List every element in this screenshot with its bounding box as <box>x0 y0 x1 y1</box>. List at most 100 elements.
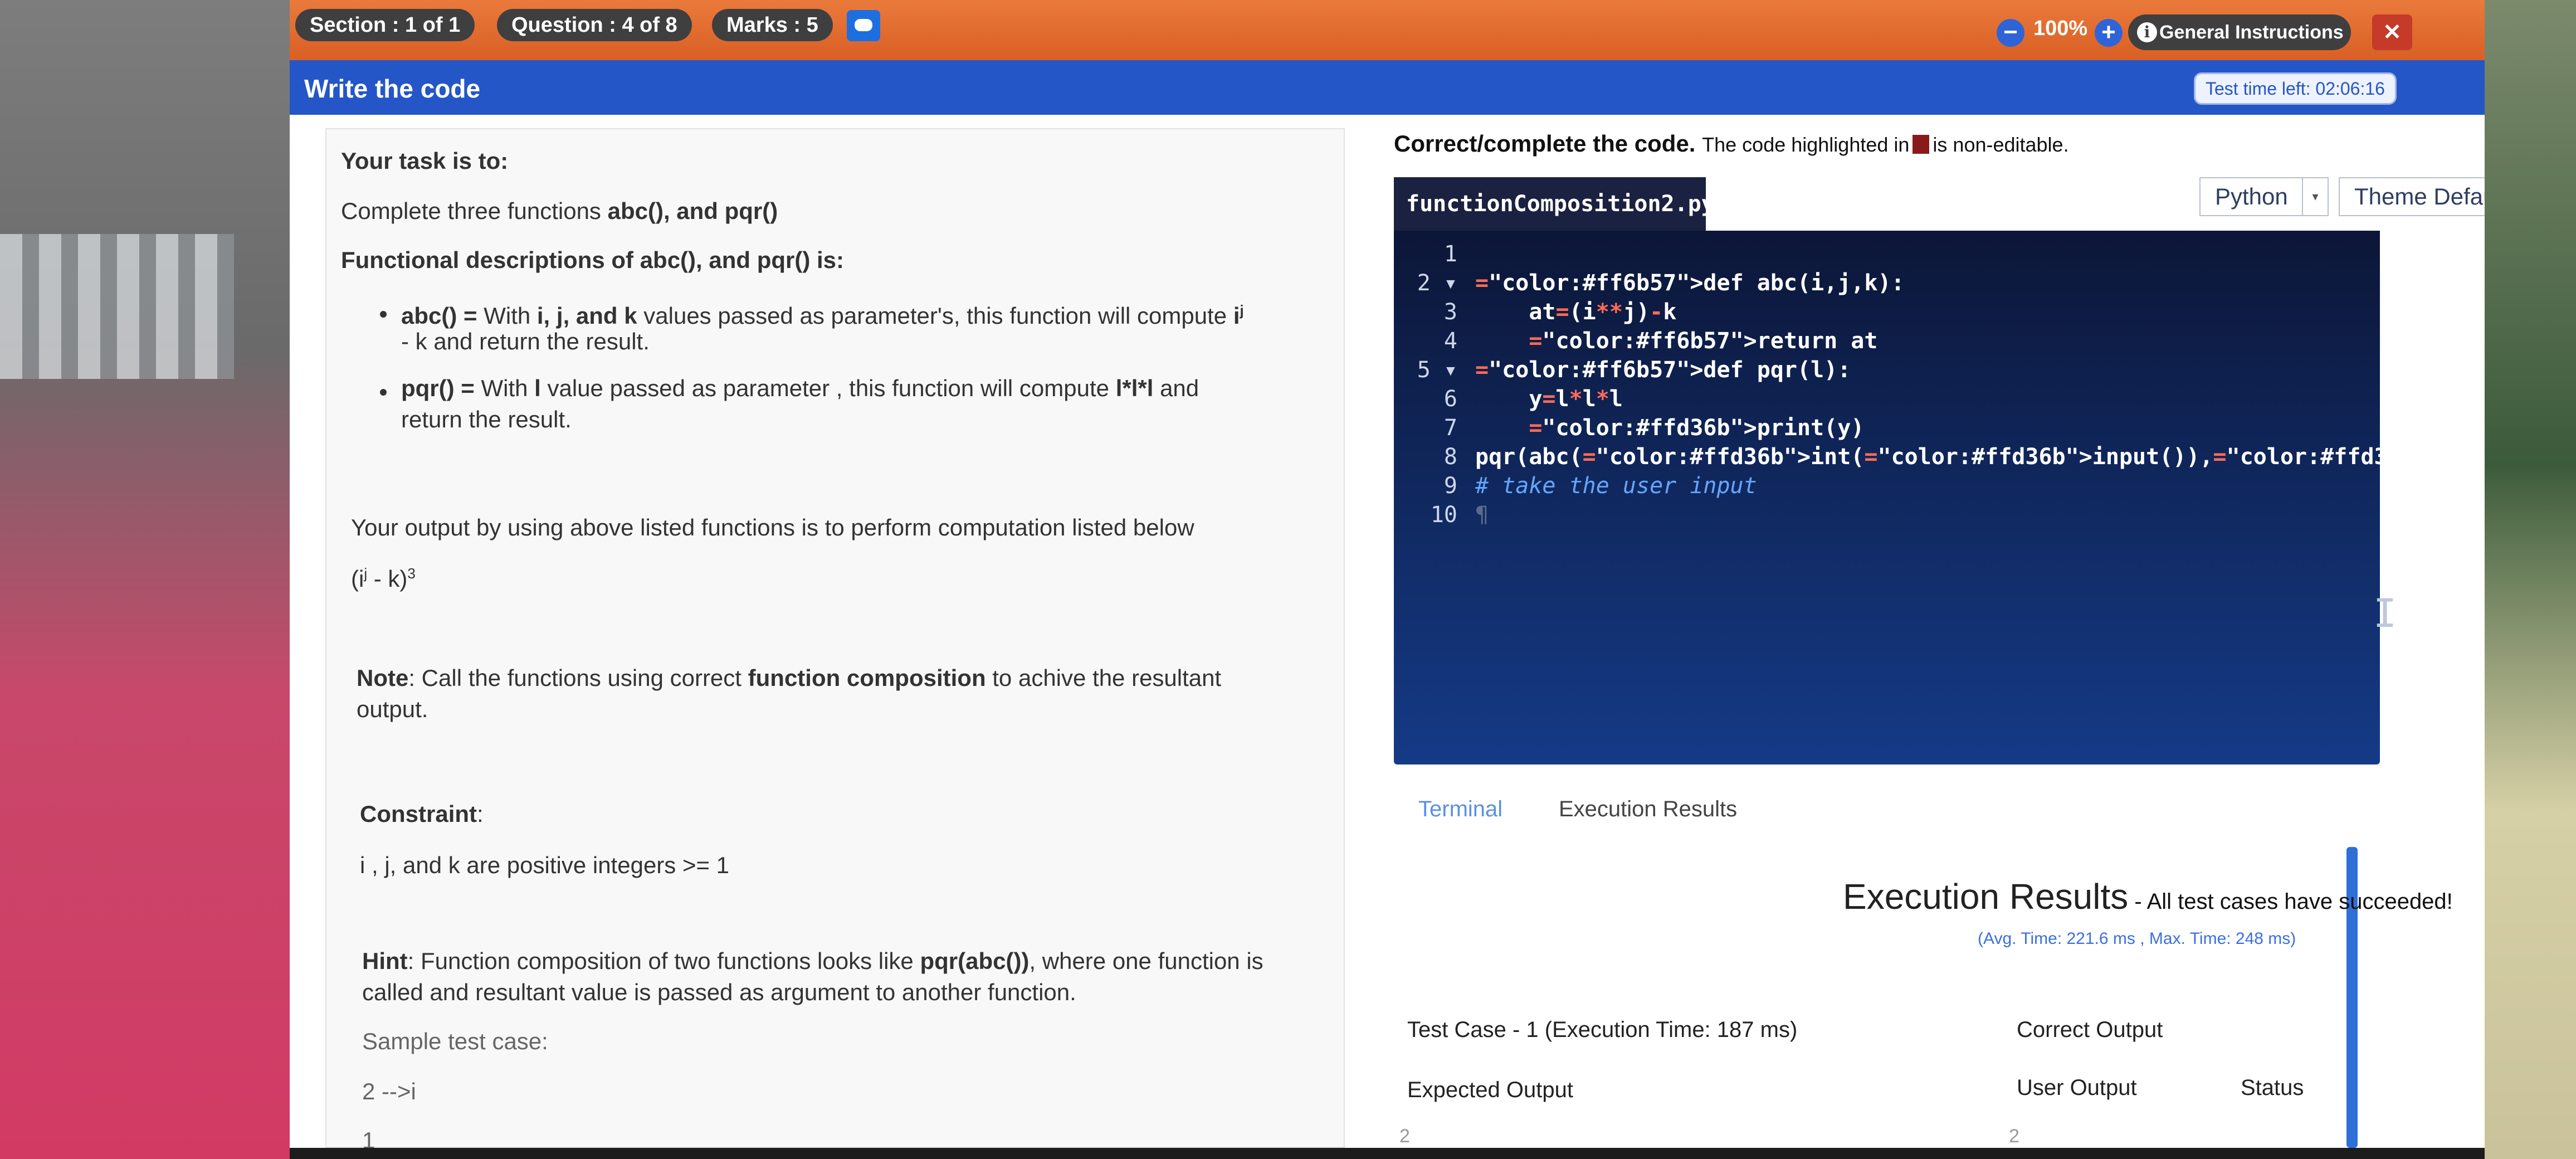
test-case-label[interactable]: Test Case - 1 (Execution Time: 187 ms) <box>1407 1017 1797 1043</box>
code-text[interactable]: ¶ <box>1475 500 1489 529</box>
sample-test-case-label: Sample test case: <box>362 1028 548 1054</box>
background-left <box>0 0 312 1159</box>
code-text[interactable]: # take the user input <box>1475 471 1757 500</box>
formula-cube: 3 <box>407 565 416 582</box>
line-number: 4 <box>1443 328 1457 354</box>
formula-base: (i <box>351 566 364 592</box>
task-heading: Your task is to: <box>341 148 509 174</box>
abc-power-exponent: j <box>1240 302 1244 319</box>
background-pattern <box>0 234 234 379</box>
line-number: 6 <box>1443 386 1457 412</box>
code-line[interactable]: 6 y=l*l*l <box>1394 384 2380 413</box>
test-case-time: (Execution Time: 187 ms) <box>1544 1017 1798 1042</box>
tab-terminal[interactable]: Terminal <box>1418 797 1502 822</box>
code-text[interactable]: pqr(abc(="color:#ffd36b">int(="color:#ff… <box>1475 442 2485 471</box>
constraint-text: i , j, and k are positive integers >= 1 <box>360 852 730 878</box>
code-text[interactable]: ="color:#ff6b57">return at <box>1475 327 1877 356</box>
expected-output-header: Expected Output <box>1407 1078 1573 1102</box>
note-text-1: : Call the functions using correct <box>408 665 748 691</box>
section-pill[interactable]: Section : 1 of 1 <box>295 9 475 41</box>
code-line[interactable]: 4 ="color:#ff6b57">return at <box>1394 327 2380 356</box>
hint-label: Hint <box>362 948 408 974</box>
zoom-in-button[interactable]: + <box>2095 19 2123 47</box>
expected-output-value: 2 <box>1399 1126 1410 1147</box>
execution-results-heading: Execution Results <box>1843 876 2129 917</box>
marks-pill: Marks : 5 <box>712 9 833 41</box>
code-text[interactable]: ="color:#ff6b57">def pqr(l): <box>1475 356 1851 384</box>
hint: Hint: Function composition of two functi… <box>362 946 1263 976</box>
noneditable-swatch <box>1913 135 1930 154</box>
exam-window: Section : 1 of 1 Question : 4 of 8 Marks… <box>290 0 2485 1148</box>
task-intro-text: Complete three functions <box>341 198 608 224</box>
constraint-label: Constraint <box>360 801 477 827</box>
tab-execution-results[interactable]: Execution Results <box>1559 797 1737 822</box>
code-line[interactable]: 5 ▾ ="color:#ff6b57">def pqr(l): <box>1394 356 2380 384</box>
abc-description-line2: - k and return the result. <box>401 328 650 354</box>
abc-params: i, j, and k <box>536 303 637 329</box>
line-number: 9 <box>1443 473 1457 499</box>
code-line[interactable]: 8 pqr(abc(="color:#ffd36b">int(="color:#f… <box>1394 442 2485 471</box>
code-text[interactable]: y=l*l*l <box>1475 384 1623 413</box>
theme-select[interactable]: Theme Default × ▾ <box>2339 177 2485 216</box>
line-number: 1 <box>1443 241 1457 267</box>
sample-input-line: 2 -->i <box>362 1078 416 1104</box>
line-number: 7 <box>1443 415 1457 441</box>
top-bar: Section : 1 of 1 Question : 4 of 8 Marks… <box>290 0 2485 60</box>
user-output-header: User Output <box>2017 1075 2137 1100</box>
code-text[interactable]: at=(i**j)-k <box>1475 298 1676 327</box>
general-instructions-button[interactable]: i General Instructions <box>2128 14 2351 50</box>
close-button[interactable]: ✕ <box>2372 14 2412 50</box>
note-line2: output. <box>357 696 428 722</box>
abc-power-base: i <box>1233 303 1240 329</box>
pqr-description: pqr() = With l value passed as parameter… <box>401 373 1199 403</box>
theme-value: Theme Default <box>2354 183 2485 210</box>
status-header: Status <box>2241 1075 2304 1100</box>
code-editor[interactable]: 12 ▾ ="color:#ff6b57">def abc(i,j,k): 3 at… <box>1394 231 2485 764</box>
zoom-level: 100% <box>2033 17 2088 40</box>
code-line[interactable]: 9 # take the user input <box>1394 471 2380 500</box>
code-line[interactable]: 2 ▾ ="color:#ff6b57">def abc(i,j,k): <box>1394 269 2380 298</box>
code-line[interactable]: 3 at=(i**j)-k <box>1394 298 2380 327</box>
code-line[interactable]: 7 ="color:#ffd36b">print(y) <box>1394 413 2380 442</box>
chat-icon <box>855 19 872 31</box>
page-title: Write the code <box>304 74 481 103</box>
code-line[interactable]: 1 <box>1394 240 2380 269</box>
question-pill[interactable]: Question : 4 of 8 <box>497 9 692 41</box>
line-number: 5 ▾ <box>1417 357 1457 383</box>
line-number: 8 <box>1443 444 1457 470</box>
text-cursor-icon: I <box>2373 591 2397 636</box>
bullet-dot <box>380 311 387 318</box>
language-value: Python <box>2215 183 2288 210</box>
general-instructions-label: General Instructions <box>2159 22 2344 43</box>
pqr-expression: l*l*l <box>1115 375 1154 401</box>
language-select[interactable]: Python ▾ <box>2199 177 2329 216</box>
pqr-description-line2: return the result. <box>401 406 572 432</box>
subheader-bar: Write the code Test time left: 02:06:16 <box>290 60 2485 115</box>
editor-heading: Correct/complete the code. The code high… <box>1394 130 2069 157</box>
zoom-out-button[interactable]: − <box>1997 19 2024 47</box>
chat-button[interactable] <box>847 10 880 41</box>
execution-status: - All test cases have succeeded! <box>2128 889 2453 914</box>
code-text[interactable]: ="color:#ff6b57">def abc(i,j,k): <box>1475 269 1905 298</box>
line-number: 3 <box>1443 299 1457 325</box>
code-line[interactable]: 10 ¶ <box>1394 500 2380 529</box>
task-panel: Your task is to: Complete three function… <box>325 128 1345 1148</box>
hint-example: pqr(abc()) <box>920 948 1030 974</box>
line-number: 10 <box>1430 502 1457 528</box>
pqr-name: pqr() = <box>401 375 475 401</box>
editor-note-after: is non-editable. <box>1933 133 2069 156</box>
test-timer: Test time left: 02:06:16 <box>2194 72 2397 105</box>
pqr-param: l <box>534 375 541 401</box>
file-tab[interactable]: functionComposition2.py <box>1394 177 1706 231</box>
note-label: Note <box>357 665 409 691</box>
hint-text-2: , where one function is <box>1029 948 1263 974</box>
correct-output-badge: Correct Output <box>2017 1017 2163 1042</box>
code-text[interactable]: ="color:#ffd36b">print(y) <box>1475 413 1864 442</box>
task-intro: Complete three functions abc(), and pqr(… <box>341 196 778 226</box>
functional-descriptions-heading: Functional descriptions of abc(), and pq… <box>341 247 845 273</box>
abc-description: abc() = With i, j, and k values passed a… <box>401 295 1244 331</box>
line-number: 2 ▾ <box>1417 270 1457 296</box>
constraint-heading: Constraint: <box>360 799 484 829</box>
bullet-dot <box>380 389 387 396</box>
timing-summary: (Avg. Time: 221.6 ms , Max. Time: 248 ms… <box>1978 929 2296 948</box>
